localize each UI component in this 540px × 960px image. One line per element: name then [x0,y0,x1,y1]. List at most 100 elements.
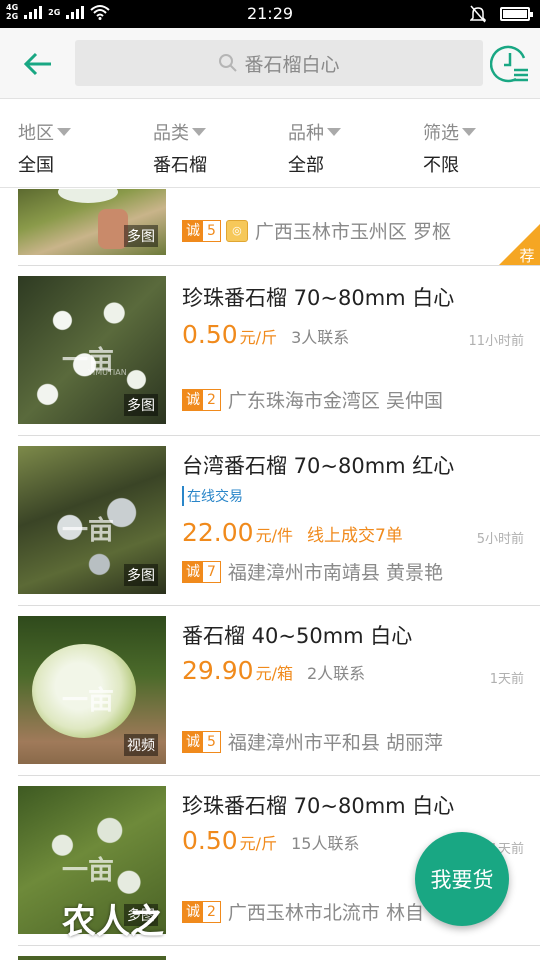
post-time: 1天前 [489,672,524,687]
product-image: 多图 [18,189,166,255]
seller-info: 诚5 ◎ 广西玉林市玉州区 罗枢 [182,217,451,244]
history-icon[interactable] [490,44,530,84]
credit-label: 诚 [183,901,203,922]
product-title: 珍珠番石榴 70~80mm 白心 [182,794,455,818]
watermark: 一亩 [62,686,115,716]
filter-more[interactable]: 筛选 不限 [405,99,540,187]
filter-label: 地区 [18,123,54,144]
price-row: 0.50 元/斤 15人联系 [182,826,359,855]
credit-level: 2 [203,389,220,410]
list-item[interactable]: 一亩 多图 台湾番石榴 70~80mm 红心 在线交易 22.00 元/件 线上… [0,436,540,606]
product-title: 台湾番石榴 70~80mm 红心 [182,454,455,478]
credit-level: 7 [203,561,220,582]
product-image: 一亩 YIMUTIAN 多图 [18,276,166,424]
filter-value: 不限 [423,155,459,176]
price: 0.50 [182,320,238,349]
contact-count: 3人联系 [291,328,350,347]
seller-location: 广东珠海市金湾区 吴仲国 [227,390,443,412]
seller-info: 诚2 广西玉林市北流市 林自 [182,898,424,925]
filter-value: 全国 [18,155,54,176]
price-unit: 元/斤 [239,834,278,853]
price: 0.50 [182,826,238,855]
request-goods-button[interactable]: 我要货 [415,832,509,926]
filter-value: 全部 [288,155,324,176]
product-image [18,956,166,960]
online-trade-tag: 在线交易 [182,486,243,506]
filter-label: 品类 [153,123,189,144]
watermark: 一亩 [62,856,115,886]
seller-info: 诚7 福建漳州市南靖县 黄景艳 [182,558,443,585]
price-unit: 元/件 [255,526,293,545]
watermark-small: YIMUTIAN [88,368,127,377]
caret-down-icon [462,128,476,136]
contact-count: 2人联系 [306,664,366,683]
price: 22.00 [182,518,254,547]
list-item[interactable] [0,946,540,960]
product-title: 珍珠番石榴 70~80mm 白心 [182,286,455,310]
seller-location: 福建漳州市南靖县 黄景艳 [227,562,443,584]
deal-count: 线上成交7单 [306,526,403,546]
list-item[interactable]: 一亩 YIMUTIAN 多图 珍珠番石榴 70~80mm 白心 0.50 元/斤… [0,266,540,436]
post-time: 11小时前 [468,334,524,349]
credit-label: 诚 [183,220,203,241]
media-badge: 多图 [124,225,158,247]
search-query: 番石榴白心 [244,53,340,76]
back-arrow-icon[interactable] [20,46,56,82]
watermark: 一亩 [62,516,115,546]
seller-location: 广西玉林市北流市 林自 [227,902,424,924]
list-item[interactable]: 多图 诚5 ◎ 广西玉林市玉州区 罗枢 荐 [0,189,540,266]
credit-badge: 诚5 [182,730,221,753]
credit-badge: 诚2 [182,900,221,923]
status-bar: 4G 2G 2G 21:29 [0,0,540,28]
filter-label: 筛选 [423,123,459,144]
recommend-corner: 荐 [498,224,540,266]
price-unit: 元/斤 [239,328,278,347]
credit-level: 2 [203,901,220,922]
credit-label: 诚 [183,561,203,582]
price-row: 22.00 元/件 线上成交7单 [182,518,403,547]
credit-label: 诚 [183,731,203,752]
price-row: 29.90 元/箱 2人联系 [182,656,365,685]
media-badge: 多图 [124,564,158,586]
seller-info: 诚5 福建漳州市平和县 胡丽萍 [182,728,443,755]
product-title: 番石榴 40~50mm 白心 [182,624,413,648]
credit-level: 5 [203,220,220,241]
battery-icon [500,7,533,21]
credit-level: 5 [203,731,220,752]
filter-category[interactable]: 品类 番石榴 [135,99,270,187]
search-icon [219,54,238,72]
seller-info: 诚2 广东珠海市金湾区 吴仲国 [182,386,443,413]
price: 29.90 [182,656,254,685]
caret-down-icon [327,128,341,136]
top-bar: 番石榴白心 [0,28,540,98]
contact-count: 15人联系 [291,834,360,853]
credit-badge: 诚7 [182,560,221,583]
filter-label: 品种 [288,123,324,144]
recommend-label: 荐 [519,247,534,265]
status-right [470,5,533,23]
media-badge: 视频 [124,734,158,756]
credit-label: 诚 [183,389,203,410]
post-time: 5小时前 [476,532,524,547]
caret-down-icon [57,128,71,136]
product-image: 一亩 视频 [18,616,166,764]
price-row: 0.50 元/斤 3人联系 [182,320,349,349]
credit-badge: 诚2 [182,388,221,411]
seller-location: 福建漳州市平和县 胡丽萍 [227,732,443,754]
search-input[interactable]: 番石榴白心 [75,40,483,86]
gold-member-icon: ◎ [225,219,248,242]
bell-off-icon [470,5,486,23]
media-badge: 多图 [124,394,158,416]
watermark-logo: 农人之 [62,902,164,942]
filter-region[interactable]: 地区 全国 [0,99,135,187]
product-image: 一亩 多图 [18,446,166,594]
caret-down-icon [192,128,206,136]
filter-bar: 地区 全国 品类 番石榴 品种 全部 筛选 不限 [0,98,540,188]
price-unit: 元/箱 [255,664,293,683]
seller-location: 广西玉林市玉州区 罗枢 [254,221,451,243]
clock: 21:29 [246,4,294,23]
list-item[interactable]: 一亩 视频 番石榴 40~50mm 白心 29.90 元/箱 2人联系 1天前 … [0,606,540,776]
filter-value: 番石榴 [153,155,207,176]
filter-variety[interactable]: 品种 全部 [270,99,405,187]
credit-badge: 诚5 [182,219,221,242]
